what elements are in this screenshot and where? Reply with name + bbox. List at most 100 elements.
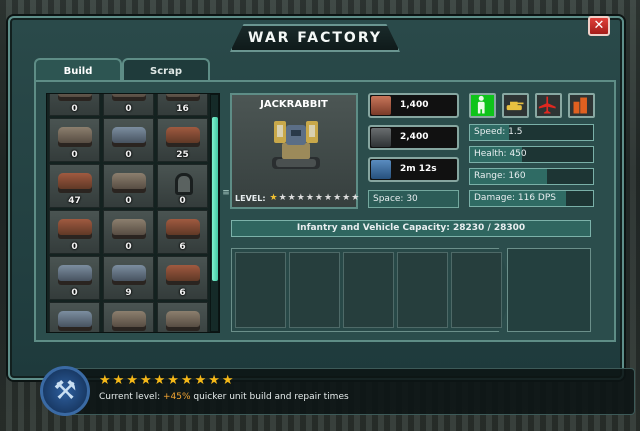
unit-thumbnail [166, 219, 200, 239]
unit-thumbnail [112, 127, 146, 147]
unit-thumbnail [112, 265, 146, 285]
unit-grid-cell[interactable]: 16 [157, 94, 208, 116]
unit-grid: 001600254700006096000/1 [46, 93, 220, 333]
oil-cost-button[interactable]: 2,400 [368, 125, 459, 150]
build-queue-slot[interactable] [289, 252, 340, 328]
vehicle-filter-button[interactable] [502, 93, 529, 118]
star-icon: ★ [208, 373, 220, 388]
unit-grid-cell[interactable]: 0/1 [157, 302, 208, 332]
unit-count: 0 [71, 242, 78, 252]
metal-cost: 1,400 [400, 100, 429, 110]
star-icon: ★ [126, 373, 138, 388]
star-icon: ★ [167, 373, 179, 388]
build-queue-slot[interactable] [235, 252, 286, 328]
oil-barrel-icon [371, 128, 391, 147]
unit-grid-cell[interactable]: 6 [157, 256, 208, 300]
unit-preview: JACKRABBIT LEVEL: ★ ★ ★ ★ ★ ★ ★ ★ ★ ★ [230, 93, 359, 209]
unit-space: Space: 30 [368, 190, 459, 208]
unit-capacity-bar: Infantry and Vehicle Capacity: 28230 / 2… [231, 220, 591, 237]
star-icon: ★ [153, 373, 166, 388]
unit-grid-cell[interactable]: 47 [49, 164, 100, 208]
star-icon: ★ [139, 373, 152, 388]
infantry-filter-button[interactable] [469, 93, 496, 118]
unit-grid-cell[interactable]: 6 [157, 210, 208, 254]
unit-thumbnail [166, 127, 200, 147]
unit-thumbnail [112, 173, 146, 193]
unit-count: 0 [125, 150, 132, 160]
unit-count: 6 [179, 288, 186, 298]
damage-stat-label: Damage: 116 DPS [474, 193, 556, 203]
unit-grid-cell[interactable]: 0 [157, 164, 208, 208]
build-queue-slot[interactable] [343, 252, 394, 328]
aircraft-filter-button[interactable] [535, 93, 562, 118]
unit-level-row: LEVEL: ★ ★ ★ ★ ★ ★ ★ ★ ★ ★ [235, 192, 359, 204]
unit-thumbnail [112, 311, 146, 331]
unit-count: 0 [125, 242, 132, 252]
range-stat-label: Range: 160 [474, 171, 526, 181]
unit-thumbnail [112, 94, 146, 101]
star-icon: ★ [314, 192, 323, 203]
star-icon: ★ [333, 192, 342, 203]
unit-count: 0 [71, 104, 78, 114]
unit-thumbnail [58, 219, 92, 239]
star-icon: ★ [323, 192, 333, 203]
tab-scrap[interactable]: Scrap [122, 58, 210, 82]
unit-count: 6 [179, 242, 186, 252]
unit-grid-cell[interactable]: 0 [103, 94, 154, 116]
unit-grid-cell[interactable]: 0 [103, 302, 154, 332]
window-title: WAR FACTORY [248, 30, 382, 46]
infantry-icon [477, 95, 485, 114]
unit-name: JACKRABBIT [260, 99, 328, 110]
unit-grid-cell[interactable]: 0 [103, 118, 154, 162]
tab-build[interactable]: Build [34, 58, 122, 82]
star-icon: ★ [351, 192, 360, 203]
unit-grid-cell[interactable]: 0 [49, 94, 100, 116]
build-queue-slot[interactable] [397, 252, 448, 328]
unit-count: 9 [125, 288, 132, 298]
jackrabbit-unit-image [272, 121, 320, 169]
unit-grid-cell[interactable]: 0 [103, 210, 154, 254]
build-time-button[interactable]: 2m 12s [368, 157, 459, 182]
unit-grid-cell[interactable]: 0 [49, 210, 100, 254]
wrench-hammer-icon: ⚒ [40, 366, 90, 416]
unit-count: 25 [176, 150, 189, 160]
unit-grid-cell[interactable]: 0 [49, 118, 100, 162]
unit-grid-cell[interactable]: 0 [49, 302, 100, 332]
clock-icon [371, 160, 391, 179]
unit-grid-cell[interactable]: 25 [157, 118, 208, 162]
star-icon: ★ [194, 373, 207, 388]
build-queue-slot[interactable] [451, 252, 502, 328]
unit-grid-scrollbar[interactable] [210, 94, 219, 332]
unit-grid-cell[interactable]: 9 [103, 256, 154, 300]
range-stat: Range: 160 [469, 168, 594, 185]
factory-level-text: Current level: +45% quicker unit build a… [99, 392, 349, 402]
drag-handle-icon[interactable]: ≡ [222, 189, 230, 207]
speed-stat-label: Speed: 1.5 [474, 127, 523, 137]
unit-thumbnail [166, 311, 200, 331]
unit-grid-cell[interactable]: 0 [103, 164, 154, 208]
star-icon: ★ [221, 373, 234, 388]
star-icon: ★ [180, 373, 193, 388]
unit-thumbnail [166, 94, 200, 101]
unit-count: 47 [68, 196, 81, 206]
close-button[interactable]: ✕ [588, 16, 610, 36]
scrollbar-thumb[interactable] [212, 117, 218, 281]
oil-cost: 2,400 [400, 132, 429, 142]
unit-count: 16 [176, 104, 189, 114]
unit-count: 0 [125, 196, 132, 206]
lock-icon [175, 173, 193, 195]
unit-grid-cell[interactable]: 0 [49, 256, 100, 300]
unit-thumbnail [58, 94, 92, 101]
building-filter-button[interactable] [568, 93, 595, 118]
speed-stat: Speed: 1.5 [469, 124, 594, 141]
level-prefix: Current level: [99, 392, 163, 402]
aircraft-icon [538, 96, 556, 114]
unit-thumbnail [112, 219, 146, 239]
unit-count: 0 [71, 150, 78, 160]
star-icon: ★ [278, 192, 287, 203]
unit-thumbnail [58, 311, 92, 331]
health-stat: Health: 450 [469, 146, 594, 163]
build-queue-output [507, 248, 591, 332]
unit-count: 0 [71, 288, 78, 298]
metal-cost-button[interactable]: 1,400 [368, 93, 459, 118]
